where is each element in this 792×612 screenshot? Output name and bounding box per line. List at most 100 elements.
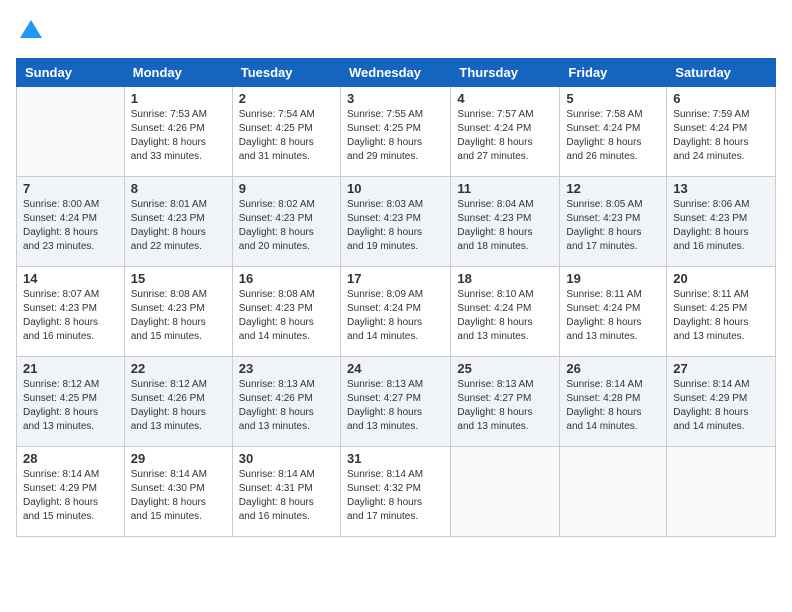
- day-number: 3: [347, 91, 444, 106]
- calendar-cell: 27 Sunrise: 8:14 AM Sunset: 4:29 PM Dayli…: [667, 357, 776, 447]
- day-info: Sunrise: 8:01 AM Sunset: 4:23 PM Dayligh…: [131, 198, 226, 254]
- calendar-cell: 2 Sunrise: 7:54 AM Sunset: 4:25 PM Daylig…: [232, 87, 340, 177]
- day-info: Sunrise: 8:12 AM Sunset: 4:25 PM Dayligh…: [23, 378, 118, 434]
- day-number: 14: [23, 271, 118, 286]
- day-info: Sunrise: 8:13 AM Sunset: 4:26 PM Dayligh…: [239, 378, 334, 434]
- calendar-cell: 6 Sunrise: 7:59 AM Sunset: 4:24 PM Daylig…: [667, 87, 776, 177]
- day-number: 24: [347, 361, 444, 376]
- day-number: 8: [131, 181, 226, 196]
- day-number: 27: [673, 361, 769, 376]
- calendar-week-4: 21 Sunrise: 8:12 AM Sunset: 4:25 PM Dayli…: [17, 357, 776, 447]
- day-info: Sunrise: 8:14 AM Sunset: 4:29 PM Dayligh…: [673, 378, 769, 434]
- calendar: SundayMondayTuesdayWednesdayThursdayFrid…: [16, 58, 776, 537]
- day-info: Sunrise: 8:14 AM Sunset: 4:30 PM Dayligh…: [131, 468, 226, 524]
- calendar-week-1: 1 Sunrise: 7:53 AM Sunset: 4:26 PM Daylig…: [17, 87, 776, 177]
- day-info: Sunrise: 8:07 AM Sunset: 4:23 PM Dayligh…: [23, 288, 118, 344]
- day-info: Sunrise: 7:59 AM Sunset: 4:24 PM Dayligh…: [673, 108, 769, 164]
- calendar-week-2: 7 Sunrise: 8:00 AM Sunset: 4:24 PM Daylig…: [17, 177, 776, 267]
- calendar-cell: 28 Sunrise: 8:14 AM Sunset: 4:29 PM Dayli…: [17, 447, 125, 537]
- header-wednesday: Wednesday: [340, 59, 450, 87]
- day-info: Sunrise: 8:04 AM Sunset: 4:23 PM Dayligh…: [457, 198, 553, 254]
- day-info: Sunrise: 8:14 AM Sunset: 4:32 PM Dayligh…: [347, 468, 444, 524]
- calendar-cell: 29 Sunrise: 8:14 AM Sunset: 4:30 PM Dayli…: [124, 447, 232, 537]
- calendar-cell: [667, 447, 776, 537]
- day-number: 11: [457, 181, 553, 196]
- day-number: 26: [566, 361, 660, 376]
- header-monday: Monday: [124, 59, 232, 87]
- calendar-cell: 19Sunrise: 8:11 AM Sunset: 4:24 PM Dayli…: [560, 267, 667, 357]
- calendar-cell: 22 Sunrise: 8:12 AM Sunset: 4:26 PM Dayli…: [124, 357, 232, 447]
- day-number: 30: [239, 451, 334, 466]
- day-info: Sunrise: 7:53 AM Sunset: 4:26 PM Dayligh…: [131, 108, 226, 164]
- day-number: 16: [239, 271, 334, 286]
- calendar-week-3: 14 Sunrise: 8:07 AM Sunset: 4:23 PM Dayli…: [17, 267, 776, 357]
- calendar-cell: 18 Sunrise: 8:10 AM Sunset: 4:24 PM Dayli…: [451, 267, 560, 357]
- header-sunday: Sunday: [17, 59, 125, 87]
- calendar-cell: 5 Sunrise: 7:58 AM Sunset: 4:24 PM Daylig…: [560, 87, 667, 177]
- day-number: 4: [457, 91, 553, 106]
- calendar-cell: 16 Sunrise: 8:08 AM Sunset: 4:23 PM Dayli…: [232, 267, 340, 357]
- day-info: Sunrise: 8:13 AM Sunset: 4:27 PM Dayligh…: [457, 378, 553, 434]
- header-thursday: Thursday: [451, 59, 560, 87]
- calendar-cell: 8 Sunrise: 8:01 AM Sunset: 4:23 PM Daylig…: [124, 177, 232, 267]
- day-info: Sunrise: 8:00 AM Sunset: 4:24 PM Dayligh…: [23, 198, 118, 254]
- day-info: Sunrise: 7:55 AM Sunset: 4:25 PM Dayligh…: [347, 108, 444, 164]
- day-number: 5: [566, 91, 660, 106]
- calendar-cell: 7 Sunrise: 8:00 AM Sunset: 4:24 PM Daylig…: [17, 177, 125, 267]
- day-info: Sunrise: 7:57 AM Sunset: 4:24 PM Dayligh…: [457, 108, 553, 164]
- header-row: SundayMondayTuesdayWednesdayThursdayFrid…: [17, 59, 776, 87]
- day-number: 15: [131, 271, 226, 286]
- day-number: 21: [23, 361, 118, 376]
- day-info: Sunrise: 8:05 AM Sunset: 4:23 PM Dayligh…: [566, 198, 660, 254]
- day-info: Sunrise: 7:54 AM Sunset: 4:25 PM Dayligh…: [239, 108, 334, 164]
- day-info: Sunrise: 8:10 AM Sunset: 4:24 PM Dayligh…: [457, 288, 553, 344]
- calendar-cell: 3 Sunrise: 7:55 AM Sunset: 4:25 PM Daylig…: [340, 87, 450, 177]
- day-number: 31: [347, 451, 444, 466]
- day-info: Sunrise: 8:13 AM Sunset: 4:27 PM Dayligh…: [347, 378, 444, 434]
- day-number: 10: [347, 181, 444, 196]
- day-number: 25: [457, 361, 553, 376]
- calendar-week-5: 28 Sunrise: 8:14 AM Sunset: 4:29 PM Dayli…: [17, 447, 776, 537]
- day-info: Sunrise: 8:09 AM Sunset: 4:24 PM Dayligh…: [347, 288, 444, 344]
- day-number: 18: [457, 271, 553, 286]
- calendar-cell: 26 Sunrise: 8:14 AM Sunset: 4:28 PM Dayli…: [560, 357, 667, 447]
- day-number: 28: [23, 451, 118, 466]
- day-number: 6: [673, 91, 769, 106]
- day-number: 12: [566, 181, 660, 196]
- day-number: 22: [131, 361, 226, 376]
- day-number: 19: [566, 271, 660, 286]
- calendar-cell: [17, 87, 125, 177]
- calendar-cell: 10 Sunrise: 8:03 AM Sunset: 4:23 PM Dayli…: [340, 177, 450, 267]
- logo-icon: [16, 16, 46, 46]
- day-info: Sunrise: 8:14 AM Sunset: 4:28 PM Dayligh…: [566, 378, 660, 434]
- day-number: 23: [239, 361, 334, 376]
- calendar-cell: 24 Sunrise: 8:13 AM Sunset: 4:27 PM Dayli…: [340, 357, 450, 447]
- day-info: Sunrise: 8:14 AM Sunset: 4:29 PM Dayligh…: [23, 468, 118, 524]
- day-info: Sunrise: 8:14 AM Sunset: 4:31 PM Dayligh…: [239, 468, 334, 524]
- day-info: Sunrise: 8:08 AM Sunset: 4:23 PM Dayligh…: [239, 288, 334, 344]
- day-info: Sunrise: 8:02 AM Sunset: 4:23 PM Dayligh…: [239, 198, 334, 254]
- day-info: Sunrise: 8:12 AM Sunset: 4:26 PM Dayligh…: [131, 378, 226, 434]
- day-number: 7: [23, 181, 118, 196]
- day-info: Sunrise: 8:03 AM Sunset: 4:23 PM Dayligh…: [347, 198, 444, 254]
- calendar-cell: 31 Sunrise: 8:14 AM Sunset: 4:32 PM Dayli…: [340, 447, 450, 537]
- calendar-cell: 20 Sunrise: 8:11 AM Sunset: 4:25 PM Dayli…: [667, 267, 776, 357]
- day-number: 2: [239, 91, 334, 106]
- header-friday: Friday: [560, 59, 667, 87]
- day-info: Sunrise: 8:11 AM Sunset: 4:25 PM Dayligh…: [673, 288, 769, 344]
- calendar-cell: 13Sunrise: 8:06 AM Sunset: 4:23 PM Dayli…: [667, 177, 776, 267]
- day-number: 20: [673, 271, 769, 286]
- calendar-cell: 21 Sunrise: 8:12 AM Sunset: 4:25 PM Dayli…: [17, 357, 125, 447]
- page-header: [16, 16, 776, 46]
- header-saturday: Saturday: [667, 59, 776, 87]
- day-number: 29: [131, 451, 226, 466]
- day-info: Sunrise: 7:58 AM Sunset: 4:24 PM Dayligh…: [566, 108, 660, 164]
- header-tuesday: Tuesday: [232, 59, 340, 87]
- calendar-cell: 14 Sunrise: 8:07 AM Sunset: 4:23 PM Dayli…: [17, 267, 125, 357]
- day-number: 1: [131, 91, 226, 106]
- day-info: Sunrise: 8:06 AM Sunset: 4:23 PM Dayligh…: [673, 198, 769, 254]
- day-info: Sunrise: 8:08 AM Sunset: 4:23 PM Dayligh…: [131, 288, 226, 344]
- calendar-cell: 17Sunrise: 8:09 AM Sunset: 4:24 PM Dayli…: [340, 267, 450, 357]
- calendar-cell: 23 Sunrise: 8:13 AM Sunset: 4:26 PM Dayli…: [232, 357, 340, 447]
- calendar-cell: 15 Sunrise: 8:08 AM Sunset: 4:23 PM Dayli…: [124, 267, 232, 357]
